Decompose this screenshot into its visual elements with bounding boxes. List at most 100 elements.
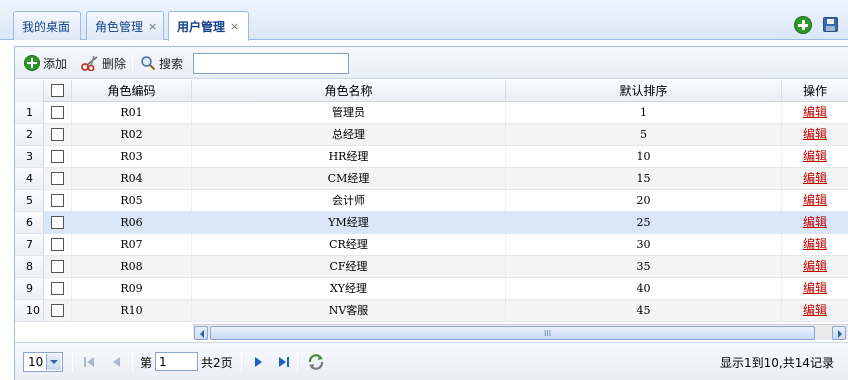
next-page-icon[interactable] <box>251 355 265 369</box>
row-checkbox[interactable] <box>51 149 64 163</box>
edit-link[interactable]: 编辑 <box>803 127 827 141</box>
table-row[interactable]: 7 R07 CR经理 30 编辑 <box>15 234 848 256</box>
edit-link[interactable]: 编辑 <box>803 237 827 251</box>
delete-button[interactable]: 删除 <box>81 53 126 73</box>
edit-link[interactable]: 编辑 <box>803 303 827 317</box>
row-checkbox[interactable] <box>51 303 64 317</box>
scroll-right-arrow-icon[interactable] <box>832 326 846 340</box>
row-number: 1 <box>15 102 44 123</box>
content-panel: 添加 删除 搜索 角色编码 角色名称 默认排序 操作 1 R01 管理员 1 编… <box>14 46 848 380</box>
action-cell: 编辑 <box>782 300 848 321</box>
select-all-checkbox-cell <box>44 80 72 102</box>
edit-link[interactable]: 编辑 <box>803 259 827 273</box>
page-number-input[interactable] <box>155 352 198 371</box>
row-number: 8 <box>15 256 44 277</box>
scroll-left-arrow-icon[interactable] <box>194 326 208 340</box>
edit-link[interactable]: 编辑 <box>803 149 827 163</box>
action-cell: 编辑 <box>782 256 848 277</box>
column-header-role-code[interactable]: 角色编码 <box>72 80 192 102</box>
role-name-cell: CF经理 <box>192 256 506 277</box>
page-size-select[interactable]: 10 <box>23 352 63 372</box>
default-sort-cell: 10 <box>506 146 782 167</box>
refresh-icon[interactable] <box>307 353 325 371</box>
search-button[interactable]: 搜索 <box>140 53 183 73</box>
previous-page-icon[interactable] <box>110 355 124 369</box>
select-all-checkbox[interactable] <box>51 84 64 97</box>
row-number: 5 <box>15 190 44 211</box>
delete-button-label: 删除 <box>102 56 127 71</box>
pager-divider <box>72 352 73 372</box>
action-cell: 编辑 <box>782 124 848 145</box>
row-number: 9 <box>15 278 44 299</box>
table-row[interactable]: 2 R02 总经理 5 编辑 <box>15 124 848 146</box>
default-sort-cell: 25 <box>506 212 782 233</box>
last-page-icon[interactable] <box>277 355 291 369</box>
pagination-info: 显示1到10,共14记录 <box>720 356 834 370</box>
row-checkbox[interactable] <box>51 127 64 141</box>
search-input[interactable] <box>193 53 349 74</box>
tab-user-management[interactable]: 用户管理 × <box>168 11 249 41</box>
row-number: 2 <box>15 124 44 145</box>
column-header-default-sort[interactable]: 默认排序 <box>506 80 782 102</box>
row-checkbox[interactable] <box>51 171 64 185</box>
table-row[interactable]: 8 R08 CF经理 35 编辑 <box>15 256 848 278</box>
tab-my-desktop[interactable]: 我的桌面 <box>13 11 81 40</box>
first-page-icon[interactable] <box>82 355 96 369</box>
table-row[interactable]: 10 R10 NV客服 45 编辑 <box>15 300 848 322</box>
role-name-cell: CM经理 <box>192 168 506 189</box>
table-row[interactable]: 6 R06 YM经理 25 编辑 <box>15 212 848 234</box>
chevron-down-icon <box>46 354 61 370</box>
role-code-cell: R06 <box>72 212 192 233</box>
page-size-value: 10 <box>28 355 44 369</box>
horizontal-scrollbar[interactable] <box>193 324 848 340</box>
edit-link[interactable]: 编辑 <box>803 105 827 119</box>
role-code-cell: R04 <box>72 168 192 189</box>
row-checkbox[interactable] <box>51 215 64 229</box>
role-name-cell: 会计师 <box>192 190 506 211</box>
role-code-cell: R07 <box>72 234 192 255</box>
row-checkbox[interactable] <box>51 105 64 119</box>
edit-link[interactable]: 编辑 <box>803 193 827 207</box>
row-checkbox[interactable] <box>51 193 64 207</box>
grid-body: 1 R01 管理员 1 编辑 2 R02 总经理 5 编辑 3 R03 HR经理 10 编辑 4 R04 CM经理… <box>15 102 848 322</box>
action-cell: 编辑 <box>782 190 848 211</box>
plus-circle-icon[interactable] <box>794 16 812 34</box>
floppy-disk-icon[interactable] <box>823 17 838 32</box>
role-code-cell: R10 <box>72 300 192 321</box>
table-row[interactable]: 5 R05 会计师 20 编辑 <box>15 190 848 212</box>
grid-header: 角色编码 角色名称 默认排序 操作 <box>15 80 848 102</box>
column-header-role-name[interactable]: 角色名称 <box>192 80 506 102</box>
row-checkbox[interactable] <box>51 259 64 273</box>
edit-link[interactable]: 编辑 <box>803 215 827 229</box>
add-button[interactable]: 添加 <box>24 53 67 73</box>
row-checkbox-cell <box>44 146 72 167</box>
magnifier-icon <box>141 56 156 71</box>
role-name-cell: YM经理 <box>192 212 506 233</box>
scrollbar-thumb[interactable] <box>210 326 815 340</box>
table-row[interactable]: 9 R09 XY经理 40 编辑 <box>15 278 848 300</box>
role-code-cell: R09 <box>72 278 192 299</box>
default-sort-cell: 20 <box>506 190 782 211</box>
edit-link[interactable]: 编辑 <box>803 281 827 295</box>
role-name-cell: CR经理 <box>192 234 506 255</box>
row-number-header <box>15 80 44 102</box>
table-row[interactable]: 4 R04 CM经理 15 编辑 <box>15 168 848 190</box>
row-checkbox[interactable] <box>51 237 64 251</box>
action-cell: 编辑 <box>782 212 848 233</box>
edit-link[interactable]: 编辑 <box>803 171 827 185</box>
row-checkbox[interactable] <box>51 281 64 295</box>
toolbar-divider <box>132 54 133 72</box>
table-row[interactable]: 1 R01 管理员 1 编辑 <box>15 102 848 124</box>
tab-role-management[interactable]: 角色管理 × <box>86 11 164 40</box>
role-name-cell: HR经理 <box>192 146 506 167</box>
row-checkbox-cell <box>44 300 72 321</box>
table-row[interactable]: 3 R03 HR经理 10 编辑 <box>15 146 848 168</box>
row-checkbox-cell <box>44 278 72 299</box>
column-header-action: 操作 <box>802 84 827 98</box>
role-name-cell: 管理员 <box>192 102 506 123</box>
row-checkbox-cell <box>44 234 72 255</box>
pager-divider <box>132 352 133 372</box>
default-sort-cell: 30 <box>506 234 782 255</box>
tab-close-icon[interactable]: × <box>230 20 239 33</box>
tab-close-icon[interactable]: × <box>148 20 157 33</box>
